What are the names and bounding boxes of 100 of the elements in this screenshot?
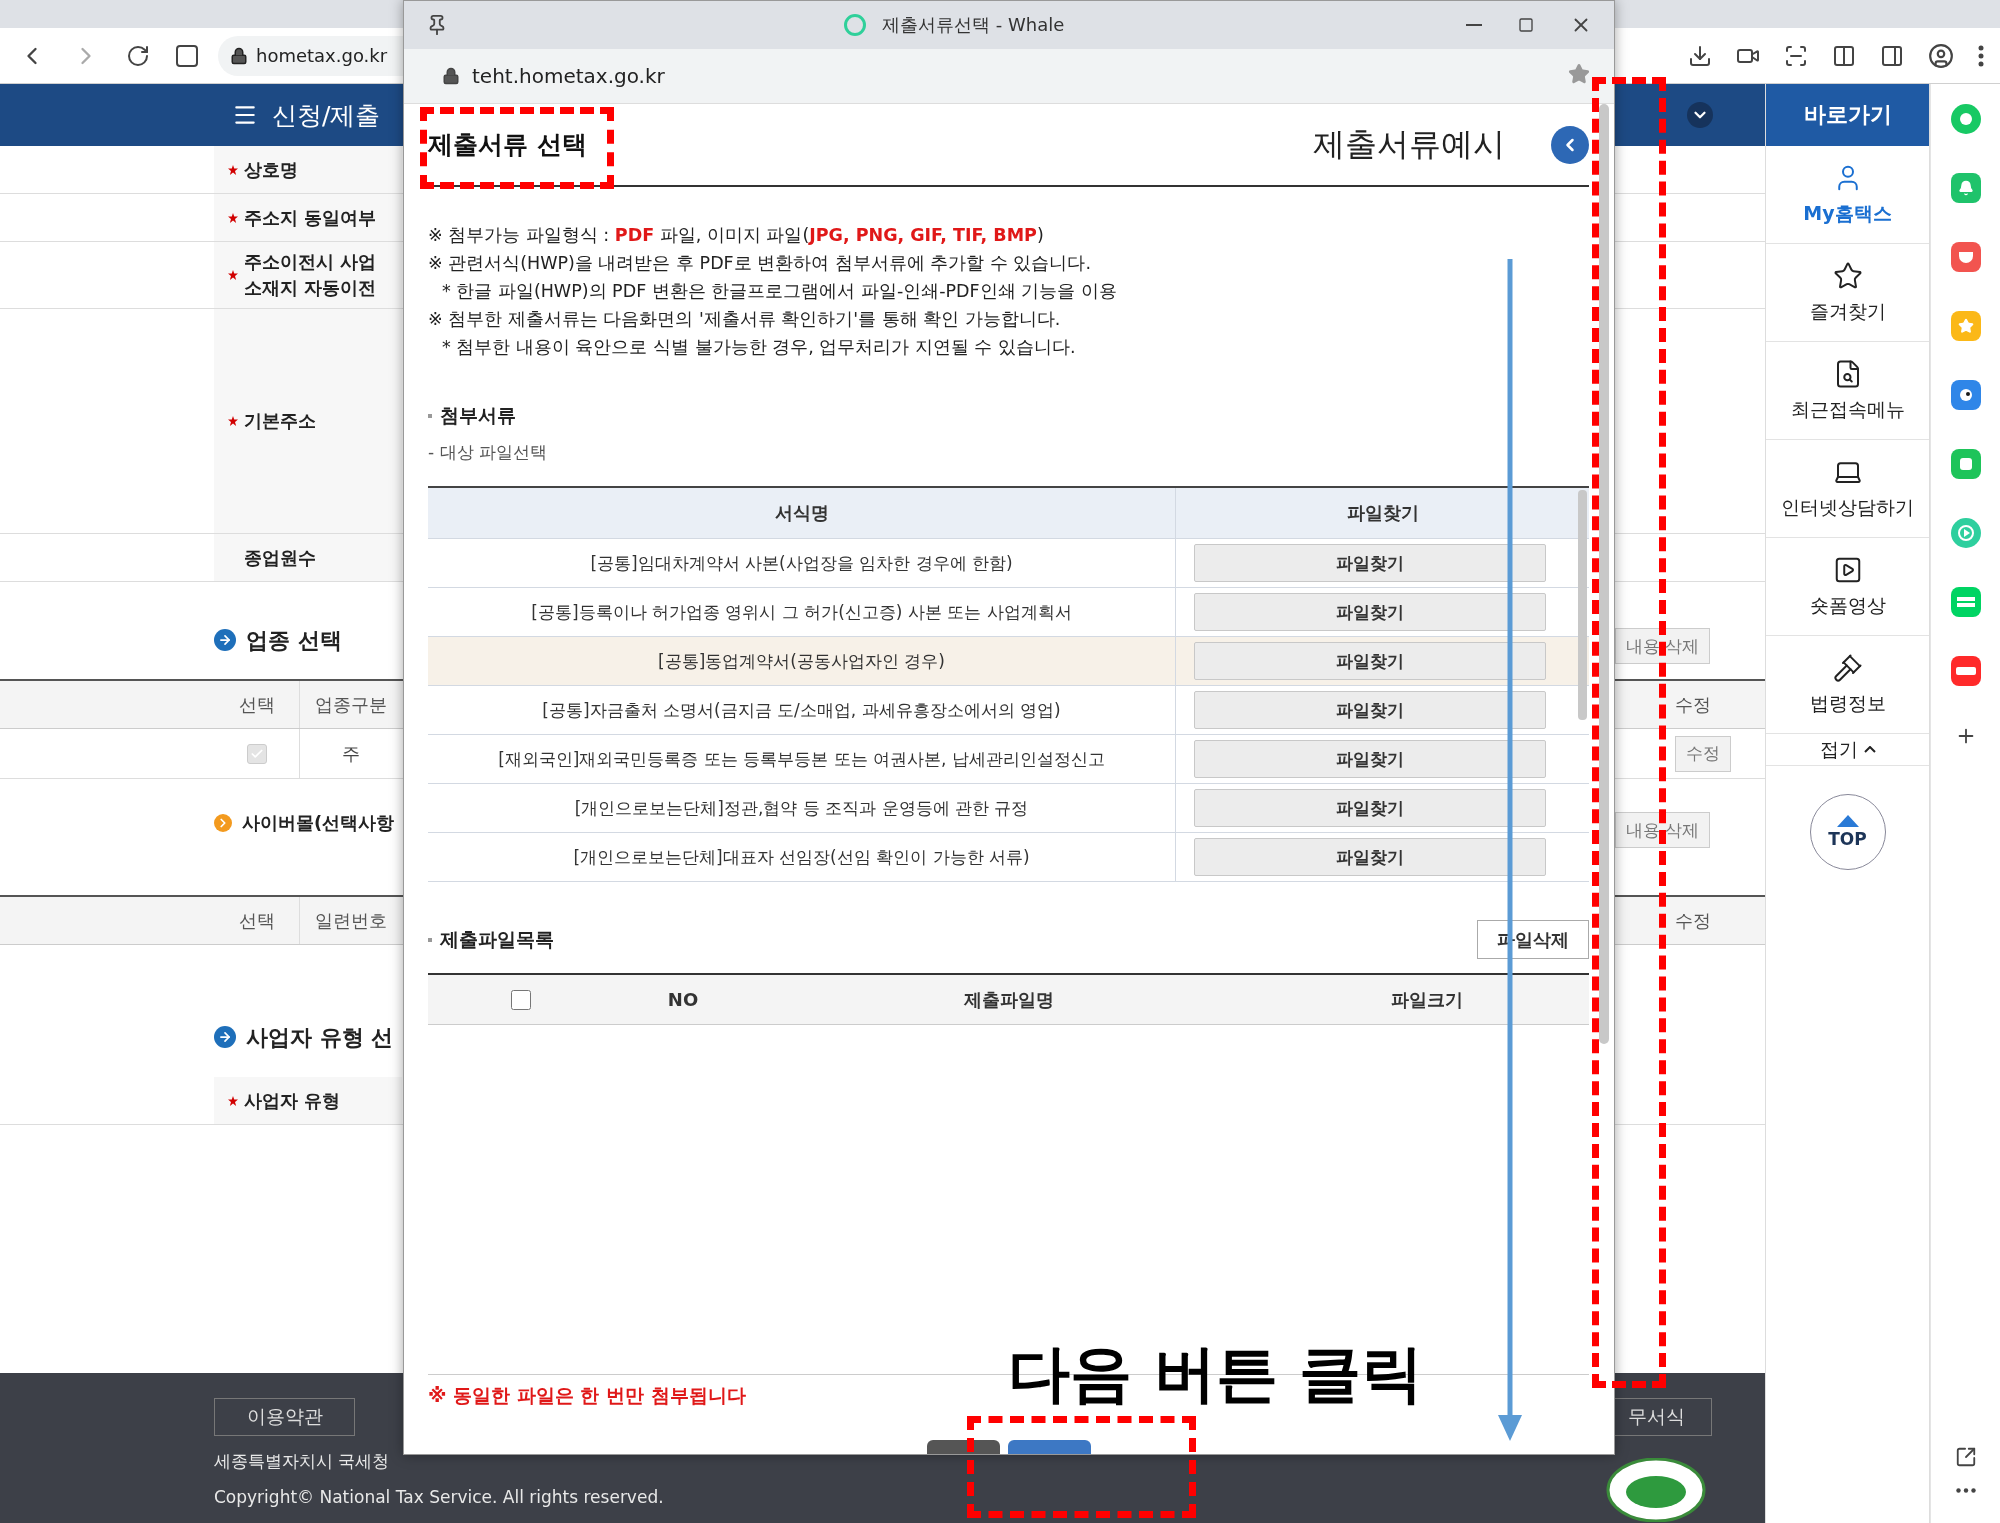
document-row[interactable]: [공통]임대차계약서 사본(사업장을 임차한 경우에 한함) 파일찾기 [428, 539, 1589, 588]
select-all-checkbox[interactable] [510, 989, 531, 1010]
star-icon [1832, 260, 1863, 291]
capture-icon [1784, 43, 1808, 68]
document-row[interactable]: [개인으로보는단체]정관,협약 등 조직과 운영등에 관한 규정 파일찾기 [428, 784, 1589, 833]
quick-menu-item[interactable]: 법령정보 [1766, 636, 1929, 734]
column-header: 일련번호 [315, 908, 387, 933]
field-label: 종업원수 [243, 545, 316, 570]
field-label: 상호명 [244, 157, 298, 182]
column-header: 선택 [238, 908, 275, 933]
note-text: ※ 첨부가능 파일형식 : PDF 파일, 이미지 파일(JPG, PNG, GIF, TIF, BMP) [428, 224, 1045, 247]
terms-button[interactable]: 이용약관 [214, 1398, 355, 1436]
document-name: [공통]자금출처 소명서(금지금 도/소매업, 과세유흥장소에서의 영업) [542, 698, 1061, 722]
top-button[interactable]: TOP [1809, 794, 1886, 870]
note-text: * 한글 파일(HWP)의 PDF 변환은 한글프로그램에서 파일-인쇄-PDF인쇄 기능을 이용 [441, 280, 1118, 303]
app-icon[interactable] [1950, 656, 1981, 686]
column-header: 파일크기 [1390, 987, 1463, 1012]
column-header: 업종구분 [315, 692, 387, 717]
column-header: 파일찾기 [1346, 501, 1419, 525]
chevron-up-icon [1863, 746, 1876, 753]
star-icon [1568, 63, 1590, 85]
square-icon [176, 44, 198, 67]
column-header: NO [667, 989, 699, 1010]
profile-icon [1928, 42, 1954, 69]
find-file-button[interactable]: 파일찾기 [1194, 838, 1546, 876]
document-name: [공통]등록이나 허가업종 영위시 그 허가(신고증) 사본 또는 사업계획서 [531, 600, 1072, 624]
document-row[interactable]: [공통]자금출처 소명서(금지금 도/소매업, 과세유흥장소에서의 영업) 파일찾기 [428, 686, 1589, 735]
callout-text: 다음 버튼 클릭 [1008, 1340, 1424, 1409]
lock-icon [442, 67, 460, 85]
dialog-button[interactable] [926, 1440, 1000, 1454]
quick-menu-item[interactable]: 인터넷상담하기 [1766, 440, 1929, 538]
section-subtitle: - 대상 파일선택 [428, 441, 548, 464]
quick-menu-item[interactable]: My홈택스 [1766, 146, 1929, 244]
find-file-button[interactable]: 파일찾기 [1194, 740, 1546, 778]
example-link[interactable]: 제출서류예시 [1313, 122, 1505, 167]
find-file-button[interactable]: 파일찾기 [1194, 691, 1546, 729]
document-name: [공통]임대차계약서 사본(사업장을 임차한 경우에 한함) [590, 551, 1013, 575]
field-label: 주소이전시 사업 소재지 자동이전 [244, 250, 377, 300]
external-link-icon [1954, 1446, 1977, 1468]
checkbox[interactable] [246, 743, 267, 764]
split-view-icon [1832, 43, 1856, 68]
scrollbar[interactable] [1578, 490, 1587, 720]
document-row[interactable]: [공통]동업계약서(공동사업자인 경우) 파일찾기 [428, 637, 1589, 686]
menu-title: 신청/제출 [272, 99, 381, 132]
field-label: 기본주소 [244, 409, 316, 433]
app-icon[interactable] [1950, 173, 1981, 203]
quick-menu-header: 바로가기 [1766, 84, 1929, 146]
app-icon[interactable] [1950, 587, 1981, 617]
delete-button[interactable]: 내용 삭제 [1615, 812, 1711, 848]
document-name: [개인으로보는단체]정관,협약 등 조직과 운영등에 관한 규정 [574, 796, 1029, 820]
app-icon[interactable] [1950, 104, 1981, 134]
section-title: 첨부서류 [440, 403, 516, 428]
notice-text: ※ 동일한 파일은 한 번만 첨부됩니다 [428, 1383, 747, 1408]
section-title: 사업자 유형 선 [246, 1024, 394, 1052]
collapse-button[interactable] [1551, 125, 1589, 164]
document-row[interactable]: [공통]등록이나 허가업종 영위시 그 허가(신고증) 사본 또는 사업계획서 파일찾기 [428, 588, 1589, 637]
scrollbar[interactable] [1599, 104, 1609, 1044]
section-title: 업종 선택 [246, 627, 342, 655]
quick-menu-item[interactable]: 숏폼영상 [1766, 538, 1929, 636]
section-title: 사이버몰(선택사항 [242, 811, 395, 835]
sidebar-icon [1880, 43, 1904, 68]
column-header: 제출파일명 [963, 987, 1054, 1012]
chevron-down-icon[interactable] [1687, 102, 1713, 128]
column-header: 서식명 [774, 501, 829, 525]
next-button[interactable] [1007, 1440, 1091, 1454]
maximize-icon [1518, 17, 1534, 33]
document-name: [재외국인]재외국민등록증 또는 등록부등본 또는 여권사본, 납세관리인설정신고 [498, 747, 1105, 771]
app-icon[interactable] [1950, 449, 1981, 479]
document-row[interactable]: [개인으로보는단체]대표자 선임장(선임 확인이 가능한 서류) 파일찾기 [428, 833, 1589, 882]
note-text: * 첨부한 내용이 육안으로 식별 불가능한 경우, 업무처리가 지연될 수 있습니다. [441, 336, 1077, 359]
app-icon[interactable] [1950, 380, 1981, 410]
quick-menu-item[interactable]: 즐겨찾기 [1766, 244, 1929, 342]
find-file-button[interactable]: 파일찾기 [1194, 593, 1546, 631]
section-title: 제출파일목록 [440, 926, 554, 952]
collapse-button[interactable]: 접기 [1766, 734, 1929, 766]
footer-address: 세종특별자치시 국세청 [214, 1450, 391, 1473]
download-icon [1688, 43, 1712, 68]
table-cell: 주 [342, 741, 360, 766]
document-row[interactable]: [재외국인]재외국민등록증 또는 등록부등본 또는 여권사본, 납세관리인설정신고 파일찾기 [428, 735, 1589, 784]
find-file-button[interactable]: 파일찾기 [1194, 544, 1546, 582]
app-icon[interactable] [1950, 518, 1981, 548]
chevron-icon [214, 814, 232, 832]
find-file-button[interactable]: 파일찾기 [1194, 789, 1546, 827]
field-label: 주소지 동일여부 [244, 205, 377, 230]
dialog-heading: 제출서류 선택 [428, 129, 587, 161]
delete-button[interactable]: 내용 삭제 [1615, 628, 1711, 664]
more-icon[interactable] [1955, 1488, 1976, 1493]
app-icon[interactable] [1950, 311, 1981, 341]
copyright-text: Copyright© National Tax Service. All rights reserved. [214, 1487, 664, 1507]
ring-icon [844, 14, 866, 36]
edit-button[interactable]: 수정 [1675, 735, 1731, 772]
menu-icon[interactable] [1978, 44, 1984, 67]
find-file-button[interactable]: 파일찾기 [1194, 642, 1546, 680]
note-text: ※ 관련서식(HWP)을 내려받은 후 PDF로 변환하여 첨부서류에 추가할 수 있습니다. [428, 252, 1093, 275]
app-icon[interactable] [1950, 242, 1981, 272]
gavel-icon [1832, 652, 1863, 683]
document-name: [공통]동업계약서(공동사업자인 경우) [658, 649, 945, 673]
note-text: ※ 첨부한 제출서류는 다음화면의 '제출서류 확인하기'를 통해 확인 가능합니다. [428, 308, 1062, 331]
triangle-up-icon [1836, 815, 1859, 827]
quick-menu-item[interactable]: 최근접속메뉴 [1766, 342, 1929, 440]
